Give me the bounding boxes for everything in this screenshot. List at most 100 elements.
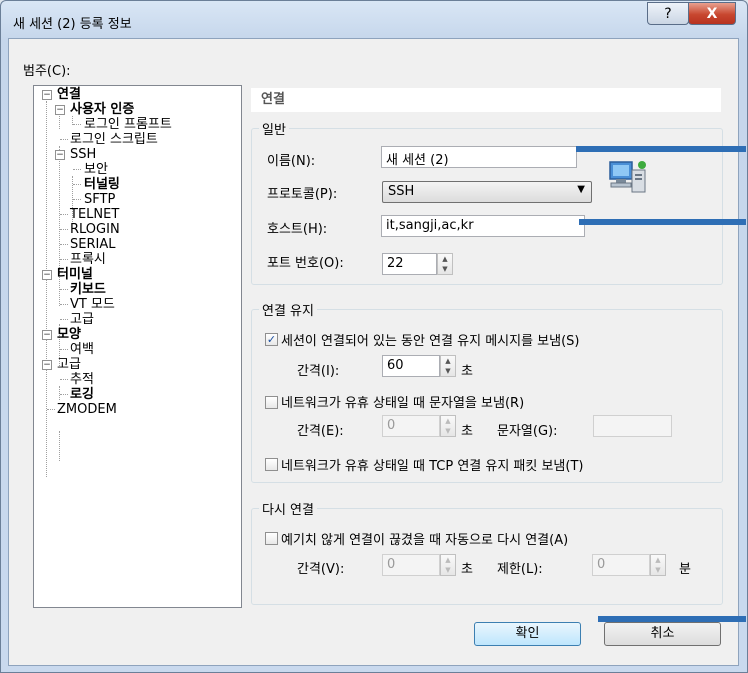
tree-guide-line bbox=[60, 259, 68, 260]
tree-item-sftp[interactable]: SFTP bbox=[84, 192, 115, 207]
collapse-icon[interactable]: − bbox=[42, 330, 52, 340]
reconnect-interval-stepper[interactable]: ▲ ▼ bbox=[440, 554, 456, 576]
collapse-icon[interactable]: − bbox=[42, 270, 52, 280]
tcp-keepalive-checkbox[interactable] bbox=[265, 458, 278, 471]
port-label: 포트 번호(O): bbox=[267, 256, 344, 271]
window-title: 새 세션 (2) 등록 정보 bbox=[13, 17, 132, 32]
category-label: 범주(C): bbox=[23, 64, 71, 79]
tree-item-rlogin[interactable]: RLOGIN bbox=[70, 222, 120, 237]
port-field[interactable]: 22 bbox=[382, 253, 437, 275]
seconds-unit2: 초 bbox=[461, 424, 473, 439]
host-field[interactable]: it,sangji,ac,kr bbox=[381, 215, 585, 237]
tree-guide-line bbox=[60, 139, 68, 140]
reconnect-seconds-unit: 초 bbox=[461, 562, 473, 577]
section-title: 연결 bbox=[251, 88, 721, 112]
interval-field[interactable]: 60 bbox=[382, 355, 440, 377]
annotation-bar bbox=[598, 616, 746, 622]
tree-item-appearance[interactable]: 모양 bbox=[57, 327, 81, 342]
limit-label: 제한(L): bbox=[497, 562, 543, 577]
string-field[interactable] bbox=[593, 415, 672, 437]
interval2-label: 간격(E): bbox=[297, 424, 344, 439]
tree-item-margin[interactable]: 여백 bbox=[70, 342, 94, 357]
tree-item-login-script[interactable]: 로그인 스크립트 bbox=[70, 132, 158, 147]
interval2-stepper[interactable]: ▲ ▼ bbox=[440, 415, 456, 437]
tree-guide-line bbox=[47, 409, 55, 410]
tree-item-terminal-advanced[interactable]: 고급 bbox=[70, 312, 94, 327]
tree-item-serial[interactable]: SERIAL bbox=[70, 237, 115, 252]
tree-guide-line bbox=[73, 199, 81, 200]
tree-guide-line bbox=[60, 229, 68, 230]
tree-item-user-auth[interactable]: 사용자 인증 bbox=[70, 102, 134, 117]
tree-guide-line bbox=[60, 244, 68, 245]
send-keepalive-checkbox[interactable]: ✓ bbox=[265, 333, 278, 346]
tree-item-keyboard[interactable]: 키보드 bbox=[70, 282, 106, 297]
tcp-keepalive-label: 네트워크가 유휴 상태일 때 TCP 연결 유지 패킷 보냄(T) bbox=[281, 459, 584, 474]
tree-item-telnet[interactable]: TELNET bbox=[70, 207, 119, 222]
tree-item-terminal[interactable]: 터미널 bbox=[57, 267, 93, 282]
close-icon: X bbox=[706, 5, 718, 22]
category-tree[interactable]: − 연결 − 사용자 인증 로그인 프롬프트 로그인 스크립트 − SSH 보안… bbox=[33, 85, 242, 608]
collapse-icon[interactable]: − bbox=[55, 150, 65, 160]
tree-item-advanced[interactable]: 고급 bbox=[57, 357, 81, 372]
auto-reconnect-checkbox[interactable] bbox=[265, 532, 278, 545]
name-label: 이름(N): bbox=[267, 154, 316, 169]
limit-stepper[interactable]: ▲ ▼ bbox=[650, 554, 666, 576]
tree-guide-line bbox=[60, 319, 68, 320]
protocol-label: 프로토콜(P): bbox=[267, 187, 338, 202]
reconnect-group-title: 다시 연결 bbox=[259, 499, 317, 518]
tree-guide-line bbox=[60, 349, 68, 350]
chevron-down-icon: ▼ bbox=[577, 184, 585, 195]
title-bar: 새 세션 (2) 등록 정보 ? X bbox=[1, 1, 747, 39]
help-button[interactable]: ? bbox=[647, 2, 689, 25]
tree-item-connection[interactable]: 연결 bbox=[57, 87, 81, 102]
interval2-field[interactable]: 0 bbox=[382, 415, 440, 437]
protocol-value: SSH bbox=[388, 184, 415, 199]
tree-item-zmodem[interactable]: ZMODEM bbox=[57, 402, 117, 417]
reconnect-interval-field[interactable]: 0 bbox=[382, 554, 440, 576]
limit-field[interactable]: 0 bbox=[592, 554, 650, 576]
keepalive-group-title: 연결 유지 bbox=[259, 300, 317, 319]
cancel-button[interactable]: 취소 bbox=[604, 622, 721, 646]
interval-label: 간격(I): bbox=[297, 364, 340, 379]
reconnect-interval-label: 간격(V): bbox=[297, 562, 345, 577]
tree-guide-line bbox=[59, 146, 60, 306]
tree-guide-line bbox=[59, 116, 60, 129]
tree-item-proxy[interactable]: 프록시 bbox=[70, 252, 106, 267]
ok-button[interactable]: 확인 bbox=[474, 622, 581, 646]
tree-guide-line bbox=[60, 304, 68, 305]
annotation-bar bbox=[579, 219, 746, 225]
tree-guide-line bbox=[60, 394, 68, 395]
collapse-icon[interactable]: − bbox=[42, 360, 52, 370]
host-label: 호스트(H): bbox=[267, 222, 328, 237]
tree-item-tunneling[interactable]: 터널링 bbox=[84, 177, 120, 192]
idle-string-checkbox[interactable] bbox=[265, 396, 278, 409]
port-stepper[interactable]: ▲ ▼ bbox=[437, 253, 453, 275]
tree-item-login-prompt[interactable]: 로그인 프롬프트 bbox=[84, 117, 172, 132]
tree-item-security[interactable]: 보안 bbox=[84, 162, 108, 177]
network-computers-icon bbox=[608, 158, 650, 194]
tree-guide-line bbox=[73, 169, 81, 170]
tree-guide-line bbox=[60, 289, 68, 290]
send-keepalive-label: 세션이 연결되어 있는 동안 연결 유지 메시지를 보냄(S) bbox=[281, 334, 580, 349]
tree-item-trace[interactable]: 추적 bbox=[70, 372, 94, 387]
tree-item-logging[interactable]: 로깅 bbox=[70, 387, 94, 402]
protocol-select[interactable]: SSH ▼ bbox=[382, 181, 592, 203]
tree-guide-line bbox=[59, 386, 60, 400]
annotation-bar bbox=[576, 146, 746, 152]
name-field[interactable]: 새 세션 (2) bbox=[381, 146, 577, 168]
tree-guide-line bbox=[46, 101, 47, 477]
close-button[interactable]: X bbox=[688, 2, 736, 25]
string-label: 문자열(G): bbox=[497, 424, 558, 439]
tree-guide-line bbox=[60, 379, 68, 380]
tree-item-vt-mode[interactable]: VT 모드 bbox=[70, 297, 115, 312]
seconds-unit: 초 bbox=[461, 364, 473, 379]
tree-item-ssh[interactable]: SSH bbox=[70, 147, 96, 162]
tree-guide-line bbox=[59, 431, 60, 461]
minutes-unit: 분 bbox=[679, 562, 691, 577]
tree-guide-line bbox=[73, 124, 81, 125]
collapse-icon[interactable]: − bbox=[42, 90, 52, 100]
interval-stepper[interactable]: ▲ ▼ bbox=[440, 355, 456, 377]
tree-guide-line bbox=[73, 184, 81, 185]
general-group-title: 일반 bbox=[259, 119, 289, 138]
collapse-icon[interactable]: − bbox=[55, 105, 65, 115]
